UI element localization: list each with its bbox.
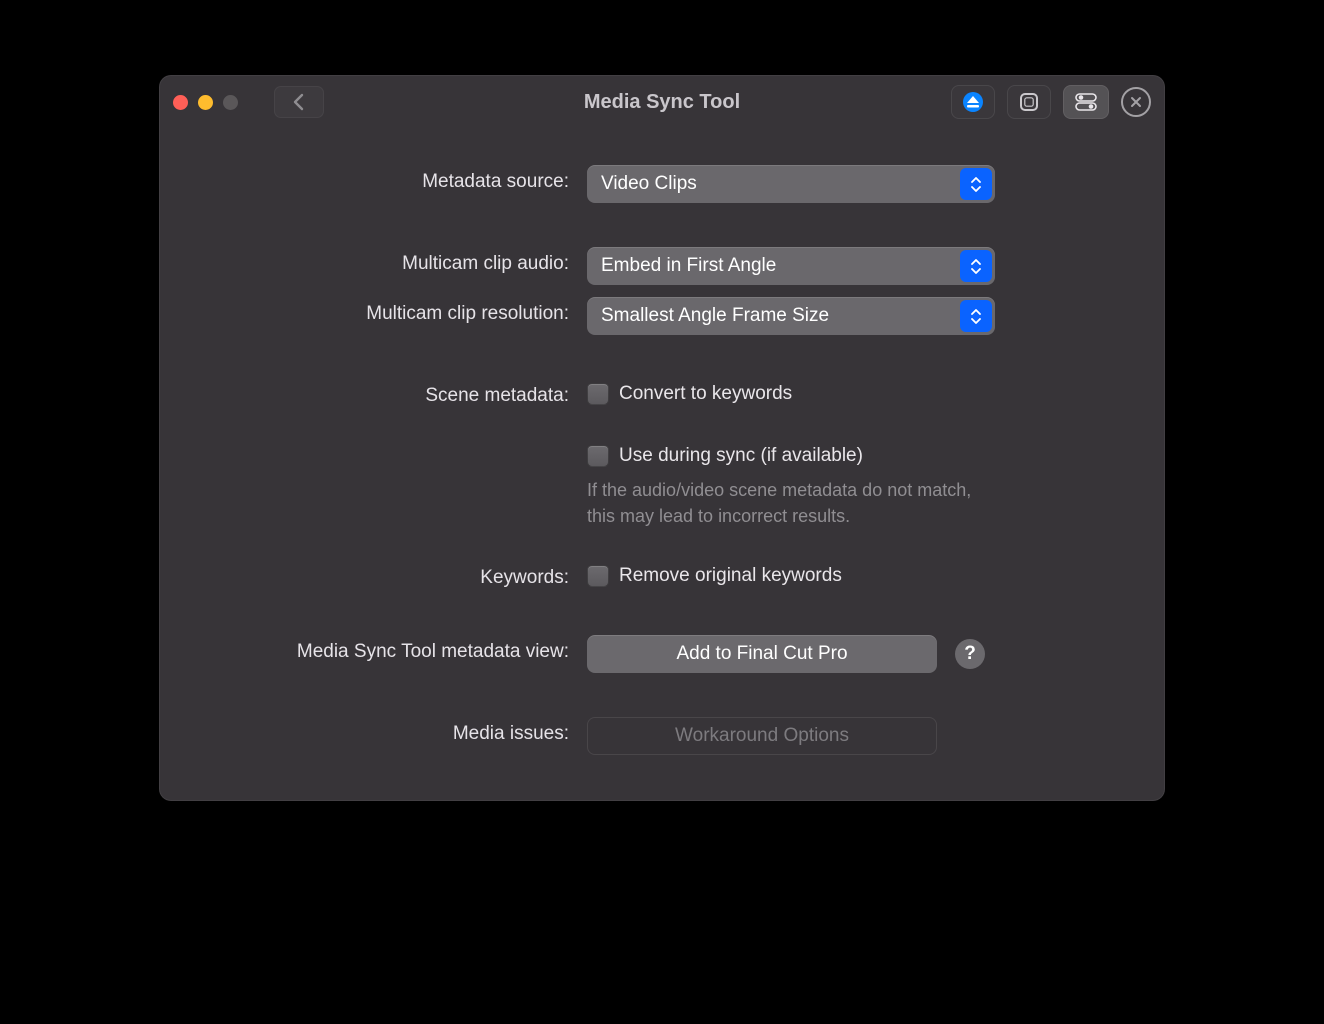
toolbar-close-button[interactable] xyxy=(1121,87,1151,117)
metadata-source-label: Metadata source: xyxy=(199,165,569,193)
toolbar-eject-button[interactable] xyxy=(951,85,995,119)
multicam-resolution-value: Smallest Angle Frame Size xyxy=(601,305,829,327)
chevron-up-down-icon xyxy=(960,168,992,200)
switches-icon xyxy=(1074,91,1098,113)
window-controls xyxy=(173,95,238,110)
chevron-up-down-icon xyxy=(960,300,992,332)
toolbar-right xyxy=(951,85,1151,119)
convert-to-keywords-checkbox[interactable] xyxy=(587,383,609,405)
help-icon: ? xyxy=(964,643,976,665)
media-issues-label: Media issues: xyxy=(199,717,569,745)
metadata-source-dropdown[interactable]: Video Clips xyxy=(587,165,995,203)
back-button[interactable] xyxy=(274,86,324,118)
add-to-fcp-button-label: Add to Final Cut Pro xyxy=(676,643,847,665)
metadata-source-value: Video Clips xyxy=(601,173,697,195)
multicam-resolution-label: Multicam clip resolution: xyxy=(199,297,569,325)
use-during-sync-label: Use during sync (if available) xyxy=(619,445,863,467)
chevron-left-icon xyxy=(292,93,306,111)
convert-to-keywords-label: Convert to keywords xyxy=(619,383,792,405)
multicam-resolution-dropdown[interactable]: Smallest Angle Frame Size xyxy=(587,297,995,335)
help-button[interactable]: ? xyxy=(955,639,985,669)
preferences-form: Metadata source: Video Clips Multicam cl… xyxy=(159,129,1165,755)
close-window-button[interactable] xyxy=(173,95,188,110)
scene-metadata-label: Scene metadata: xyxy=(199,379,569,407)
chevron-up-down-icon xyxy=(960,250,992,282)
remove-keywords-label: Remove original keywords xyxy=(619,565,842,587)
eject-icon xyxy=(962,91,984,113)
remove-keywords-checkbox[interactable] xyxy=(587,565,609,587)
titlebar: Media Sync Tool xyxy=(159,75,1165,129)
multicam-audio-value: Embed in First Angle xyxy=(601,255,776,277)
x-icon xyxy=(1130,96,1142,108)
toolbar-settings-button[interactable] xyxy=(1063,85,1109,119)
rounded-square-icon xyxy=(1018,91,1040,113)
minimize-window-button[interactable] xyxy=(198,95,213,110)
convert-to-keywords-row: Convert to keywords xyxy=(587,379,1125,409)
workaround-options-button[interactable]: Workaround Options xyxy=(587,717,937,755)
metadata-view-label: Media Sync Tool metadata view: xyxy=(199,635,569,663)
zoom-window-button[interactable] xyxy=(223,95,238,110)
workaround-options-button-label: Workaround Options xyxy=(675,725,849,747)
multicam-audio-label: Multicam clip audio: xyxy=(199,247,569,275)
add-to-fcp-button[interactable]: Add to Final Cut Pro xyxy=(587,635,937,673)
keywords-label: Keywords: xyxy=(199,561,569,589)
use-during-sync-checkbox[interactable] xyxy=(587,445,609,467)
multicam-audio-dropdown[interactable]: Embed in First Angle xyxy=(587,247,995,285)
preferences-window: Media Sync Tool xyxy=(159,75,1165,801)
scene-metadata-hint: If the audio/video scene metadata do not… xyxy=(587,477,995,529)
remove-keywords-row: Remove original keywords xyxy=(587,561,1125,591)
use-during-sync-row: Use during sync (if available) xyxy=(587,441,1125,471)
toolbar-screen-button[interactable] xyxy=(1007,85,1051,119)
